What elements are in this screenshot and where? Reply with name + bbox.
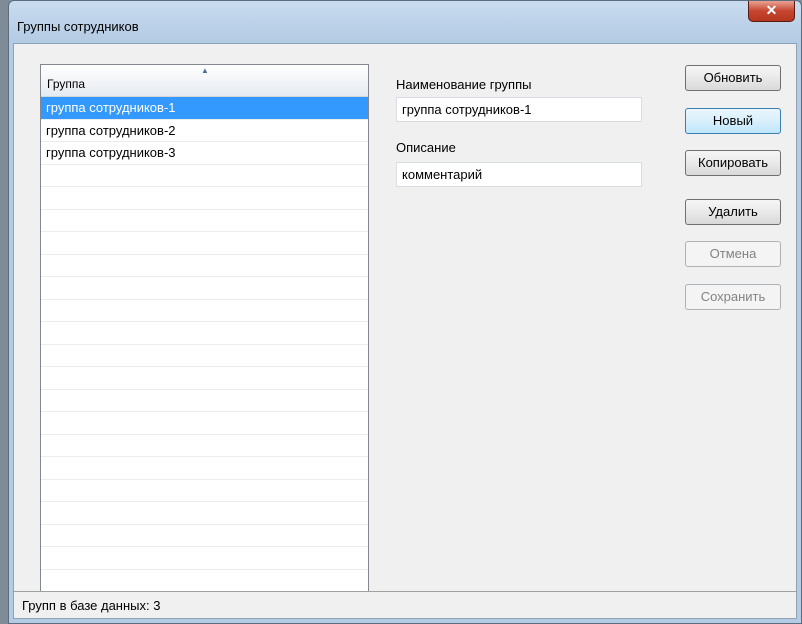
list-item[interactable]	[41, 187, 368, 210]
window-title: Группы сотрудников	[17, 19, 139, 34]
cancel-button[interactable]: Отмена	[685, 241, 781, 267]
list-item[interactable]	[41, 255, 368, 277]
list-item[interactable]	[41, 435, 368, 457]
dialog-client-area: ▲ Группа группа сотрудников-1 группа сотр…	[13, 43, 797, 619]
list-item[interactable]	[41, 457, 368, 480]
list-item[interactable]	[41, 277, 368, 300]
list-item[interactable]	[41, 210, 368, 232]
new-button[interactable]: Новый	[685, 108, 781, 134]
list-item[interactable]	[41, 570, 368, 592]
list-item[interactable]	[41, 390, 368, 412]
list-item[interactable]: группа сотрудников-3	[41, 142, 368, 165]
list-item[interactable]	[41, 367, 368, 390]
status-text: Групп в базе данных: 3	[22, 598, 161, 613]
save-button[interactable]: Сохранить	[685, 284, 781, 310]
delete-button[interactable]: Удалить	[685, 199, 781, 225]
status-bar: Групп в базе данных: 3	[14, 591, 796, 618]
group-name-field[interactable]: группа сотрудников-1	[396, 97, 642, 122]
list-item[interactable]: группа сотрудников-1	[41, 97, 368, 120]
list-item[interactable]	[41, 547, 368, 570]
group-list[interactable]: ▲ Группа группа сотрудников-1 группа сотр…	[40, 64, 369, 594]
list-item[interactable]	[41, 232, 368, 255]
list-item[interactable]	[41, 322, 368, 345]
list-item[interactable]	[41, 480, 368, 502]
refresh-button[interactable]: Обновить	[685, 65, 781, 91]
list-item[interactable]	[41, 165, 368, 187]
dialog-window: Группы сотрудников ✕ ▲ Группа группа сот…	[8, 0, 802, 624]
column-header-group[interactable]: ▲ Группа	[41, 65, 368, 97]
close-icon: ✕	[765, 2, 778, 18]
list-item[interactable]	[41, 345, 368, 367]
group-name-label: Наименование группы	[396, 77, 532, 92]
list-item[interactable]	[41, 502, 368, 525]
list-item[interactable]	[41, 525, 368, 547]
list-item[interactable]	[41, 412, 368, 435]
copy-button[interactable]: Копировать	[685, 150, 781, 176]
list-item[interactable]: группа сотрудников-2	[41, 120, 368, 142]
sort-ascending-icon: ▲	[201, 66, 209, 75]
list-rows: группа сотрудников-1 группа сотрудников-2…	[41, 97, 368, 592]
description-field[interactable]: комментарий	[396, 162, 642, 187]
description-label: Описание	[396, 140, 456, 155]
list-item[interactable]	[41, 300, 368, 322]
column-header-label: Группа	[47, 77, 86, 91]
close-button[interactable]: ✕	[748, 1, 795, 22]
